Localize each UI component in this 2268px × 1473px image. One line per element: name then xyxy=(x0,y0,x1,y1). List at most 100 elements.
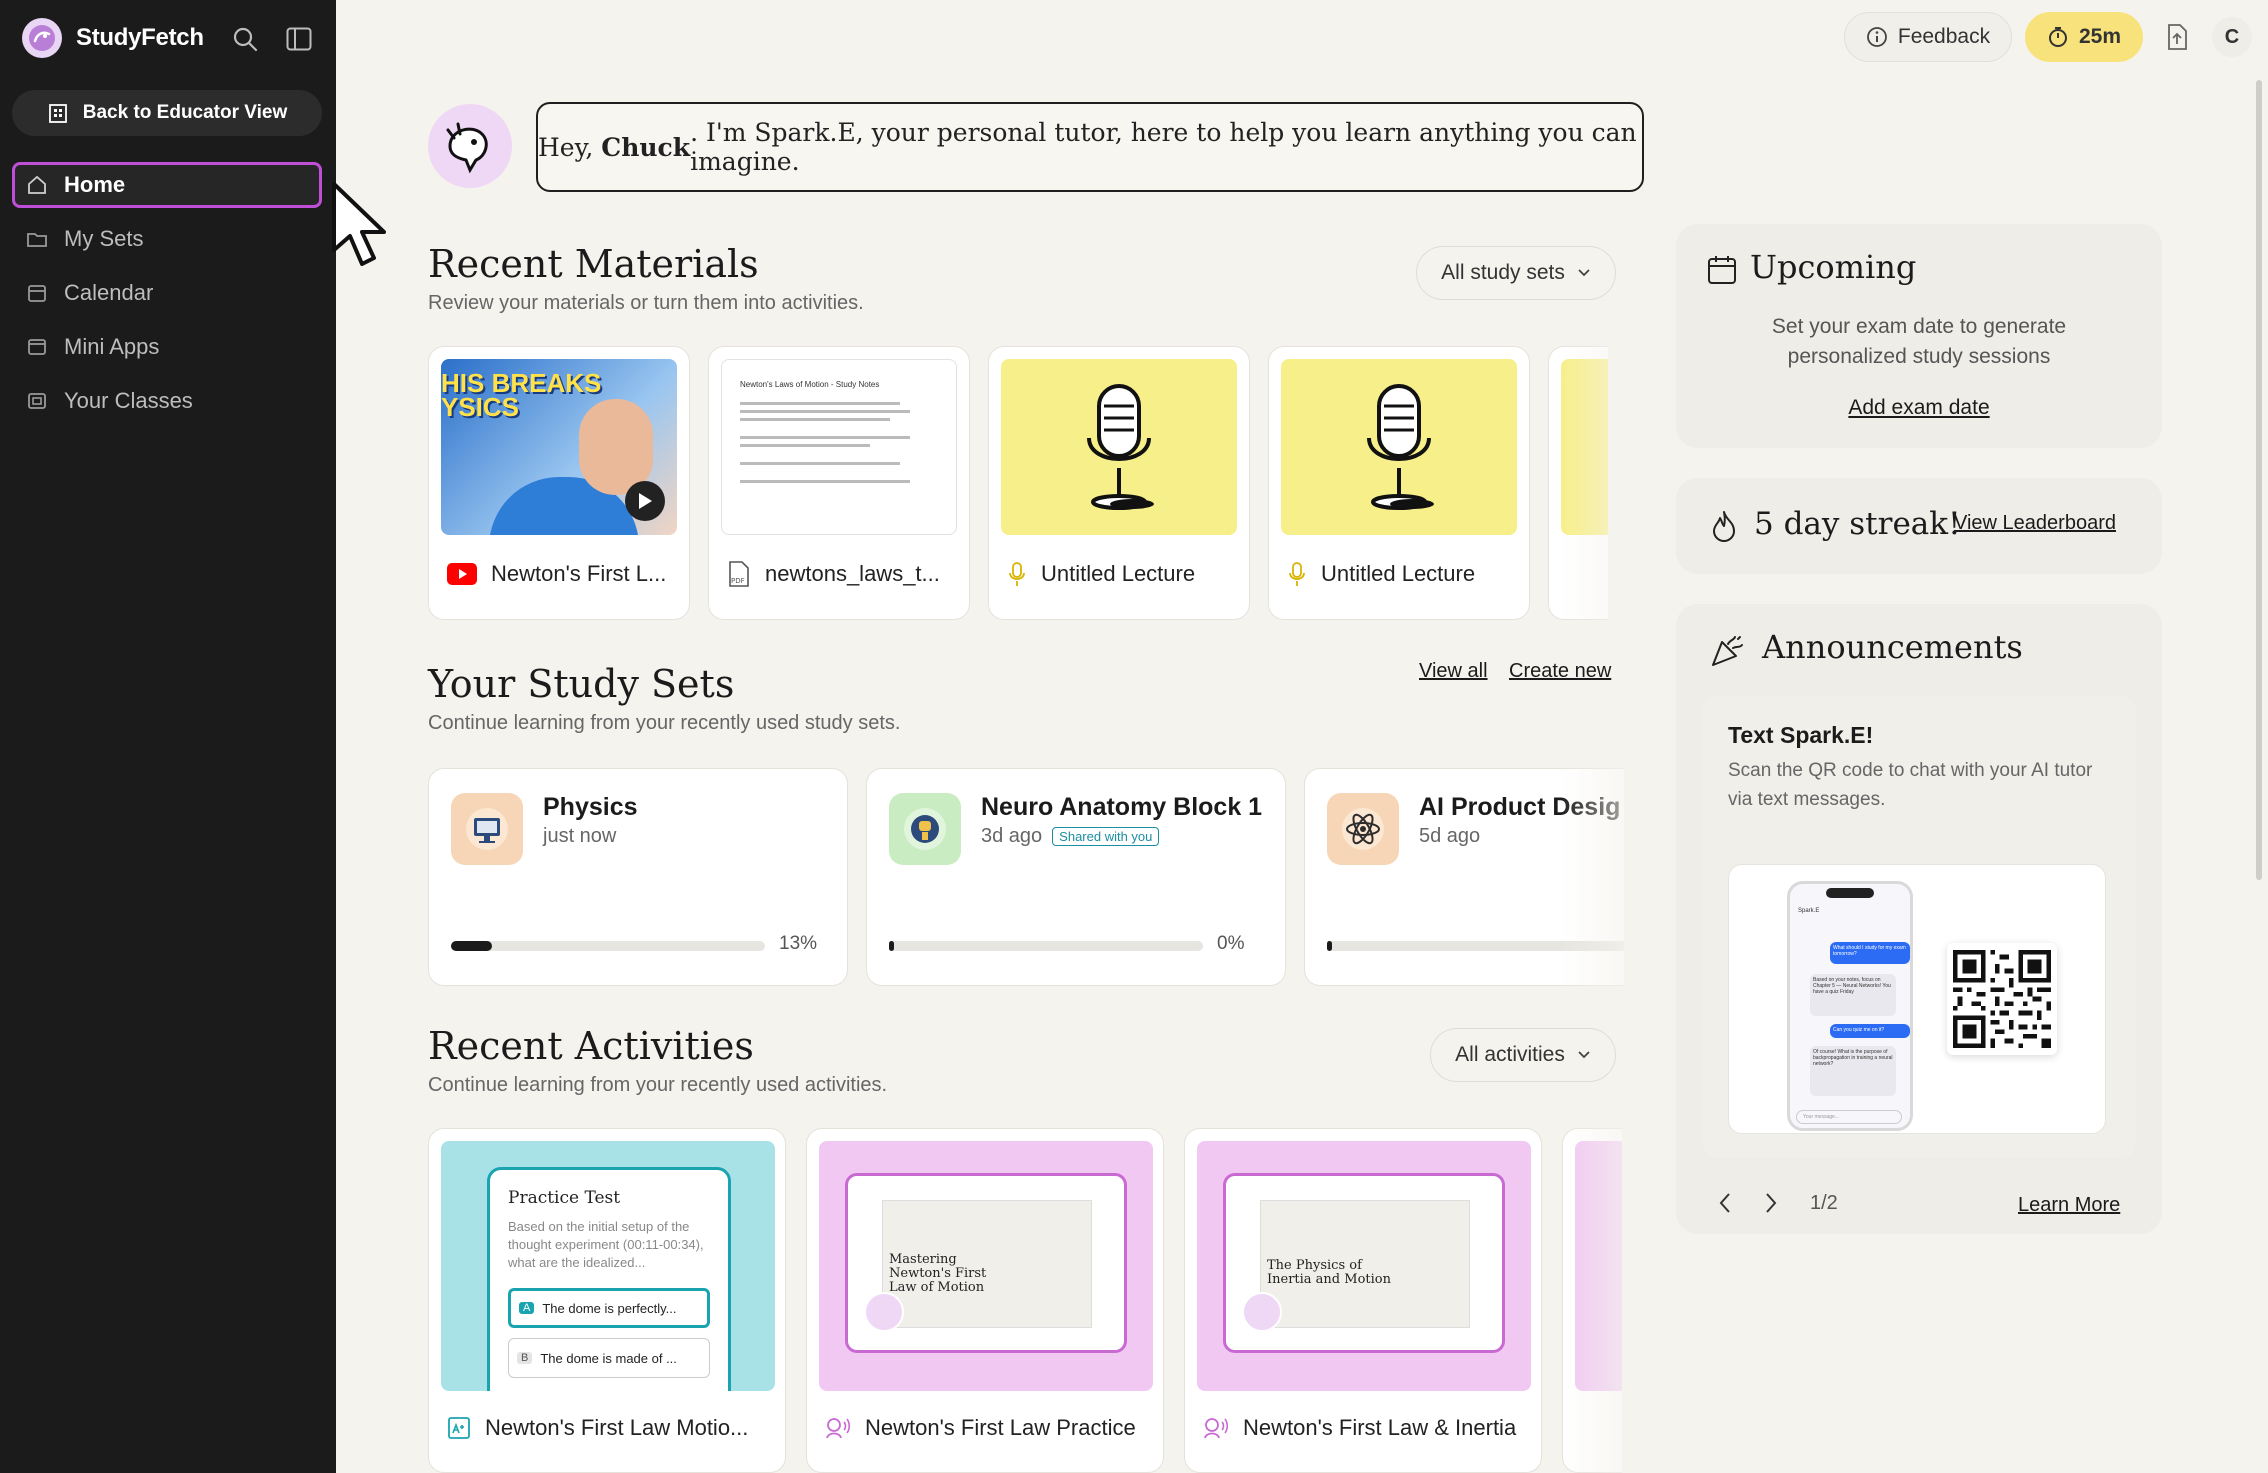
home-icon xyxy=(28,175,46,194)
chevron-down-icon xyxy=(1578,269,1590,277)
study-set-card[interactable]: Physics just now 13% xyxy=(428,768,848,986)
timer-icon xyxy=(2048,27,2067,47)
material-card-audio[interactable]: Untitled Lecture xyxy=(988,346,1250,620)
activity-title: Newton's First Law Motio... xyxy=(485,1415,749,1440)
study-set-icon xyxy=(889,793,961,865)
chevron-left-icon[interactable] xyxy=(1718,1192,1732,1214)
sidebar: StudyFetch Back to Educator View Home My… xyxy=(0,0,336,1473)
calendar-icon xyxy=(28,285,46,302)
option-a-text: The dome is perfectly... xyxy=(542,1300,677,1316)
add-exam-date-link[interactable]: Add exam date xyxy=(1676,396,2162,420)
upload-file-icon[interactable] xyxy=(2162,22,2192,52)
study-sets-subtitle: Continue learning from your recently use… xyxy=(428,712,901,734)
info-icon xyxy=(1866,27,1887,47)
shared-badge: Shared with you xyxy=(1052,827,1160,846)
carousel-fade xyxy=(1560,760,1680,990)
learn-more-link[interactable]: Learn More xyxy=(2018,1194,2120,1217)
practice-test-question: Based on the initial setup of the though… xyxy=(508,1219,704,1270)
classes-icon xyxy=(28,393,46,409)
study-set-time: 3d ago xyxy=(981,825,1043,847)
study-timer-button[interactable]: 25m xyxy=(2025,12,2143,62)
announcement-card: Text Spark.E! Scan the QR code to chat w… xyxy=(1702,696,2136,1158)
material-card-youtube[interactable]: HIS BREAKS YSICS Newton's First L... xyxy=(428,346,690,620)
study-set-filter-dropdown[interactable]: All study sets xyxy=(1416,246,1616,300)
pdf-thumbnail: Newton's Laws of Motion - Study Notes xyxy=(721,359,957,535)
brand-name: StudyFetch xyxy=(76,24,204,51)
video-thumbnail-text: HIS BREAKS YSICS xyxy=(441,368,602,422)
material-label: Newton's First L... xyxy=(447,561,666,587)
material-card-audio[interactable]: Untitled Lecture xyxy=(1268,346,1530,620)
play-icon[interactable] xyxy=(625,481,665,521)
announcement-card-text: Scan the QR code to chat with your AI tu… xyxy=(1728,760,2093,810)
chevron-right-icon[interactable] xyxy=(1764,1192,1778,1214)
activity-card-audio-lesson[interactable]: The Physics of Inertia and Motion Newton… xyxy=(1184,1128,1542,1473)
pdf-line xyxy=(740,410,910,413)
sidebar-item-label: Calendar xyxy=(64,280,154,305)
activity-label: Newton's First Law Practice xyxy=(825,1415,1136,1441)
feedback-label: Feedback xyxy=(1897,25,1991,48)
study-set-title: Neuro Anatomy Block 1 xyxy=(981,793,1263,821)
study-set-title: Physics xyxy=(543,793,638,821)
sidebar-item-home[interactable]: Home xyxy=(12,162,322,208)
phone-notch xyxy=(1826,888,1874,898)
lesson-slide-title: The Physics of Inertia and Motion xyxy=(1267,1258,1391,1287)
microphone-icon xyxy=(1367,384,1434,510)
pdf-line xyxy=(740,418,890,421)
microphone-icon xyxy=(1289,562,1305,586)
pdf-line xyxy=(740,402,900,405)
user-avatar[interactable]: C xyxy=(2212,17,2252,57)
study-sets-title: Your Study Sets xyxy=(428,662,735,706)
back-to-educator-button[interactable]: Back to Educator View xyxy=(12,90,322,136)
announcement-image: Spark.E What should I study for my exam … xyxy=(1728,864,2106,1134)
audio-lesson-icon xyxy=(1204,1418,1229,1439)
activity-card-practice-test[interactable]: Practice Test Based on the initial setup… xyxy=(428,1128,786,1473)
microphone-icon xyxy=(1009,562,1025,586)
activity-card-audio-lesson[interactable]: Mastering Newton's First Law of Motion N… xyxy=(806,1128,1164,1473)
brand[interactable]: StudyFetch xyxy=(22,18,204,58)
party-popper-icon xyxy=(1712,636,1743,666)
sidebar-toggle-icon[interactable] xyxy=(282,22,316,56)
view-leaderboard-link[interactable]: View Leaderboard xyxy=(1954,512,2116,535)
audio-thumbnail xyxy=(1281,359,1517,535)
recent-activities-title: Recent Activities xyxy=(428,1024,754,1068)
sidebar-item-your-classes[interactable]: Your Classes xyxy=(12,378,322,424)
greeting-name: Chuck xyxy=(601,132,691,162)
view-all-link[interactable]: View all xyxy=(1419,660,1488,683)
study-set-card[interactable]: Neuro Anatomy Block 1 3d ago Shared with… xyxy=(866,768,1286,986)
pdf-line xyxy=(740,462,900,465)
building-icon xyxy=(48,104,67,123)
material-card-pdf[interactable]: Newton's Laws of Motion - Study Notes PD… xyxy=(708,346,970,620)
sidebar-item-my-sets[interactable]: My Sets xyxy=(12,216,322,262)
answer-option-b: B The dome is made of ... xyxy=(508,1338,710,1378)
progress-fill xyxy=(451,941,492,951)
pdf-file-icon: PDF xyxy=(729,561,749,587)
calendar-icon xyxy=(1708,256,1736,284)
sidebar-item-mini-apps[interactable]: Mini Apps xyxy=(12,324,322,370)
material-label: Untitled Lecture xyxy=(1287,561,1475,587)
activity-title: Newton's First Law Practice xyxy=(865,1415,1136,1440)
upcoming-panel: Upcoming Set your exam date to generate … xyxy=(1676,224,2162,448)
study-set-time: just now xyxy=(543,825,617,847)
back-button-label: Back to Educator View xyxy=(82,102,288,123)
upcoming-title: Upcoming xyxy=(1750,248,1917,286)
chat-bubble-bot: Of course! What is the purpose of backpr… xyxy=(1810,1046,1896,1096)
progress-fill xyxy=(1327,941,1332,951)
option-b-text: The dome is made of ... xyxy=(540,1350,677,1366)
create-new-link[interactable]: Create new xyxy=(1509,660,1611,683)
study-set-filter-label: All study sets xyxy=(1441,261,1565,284)
study-set-meta: 5d ago xyxy=(1419,825,1480,848)
upcoming-text: Set your exam date to generate personali… xyxy=(1771,315,2067,368)
streak-panel: 5 day streak! View Leaderboard xyxy=(1676,478,2162,574)
audio-lesson-thumbnail: Mastering Newton's First Law of Motion xyxy=(819,1141,1153,1391)
page-scrollbar[interactable] xyxy=(2256,80,2262,880)
practice-test-thumbnail: Practice Test Based on the initial setup… xyxy=(441,1141,775,1391)
search-icon[interactable] xyxy=(228,22,262,56)
sidebar-item-calendar[interactable]: Calendar xyxy=(12,270,322,316)
feedback-button[interactable]: Feedback xyxy=(1844,12,2012,62)
recent-materials-subtitle: Review your materials or turn them into … xyxy=(428,292,864,314)
answer-option-a: A The dome is perfectly... xyxy=(508,1288,710,1328)
greeting-prefix: Hey, xyxy=(538,132,602,162)
activity-filter-dropdown[interactable]: All activities xyxy=(1430,1028,1616,1082)
sidebar-item-label: Your Classes xyxy=(64,388,193,413)
activity-label: Newton's First Law & Inertia xyxy=(1203,1415,1516,1441)
